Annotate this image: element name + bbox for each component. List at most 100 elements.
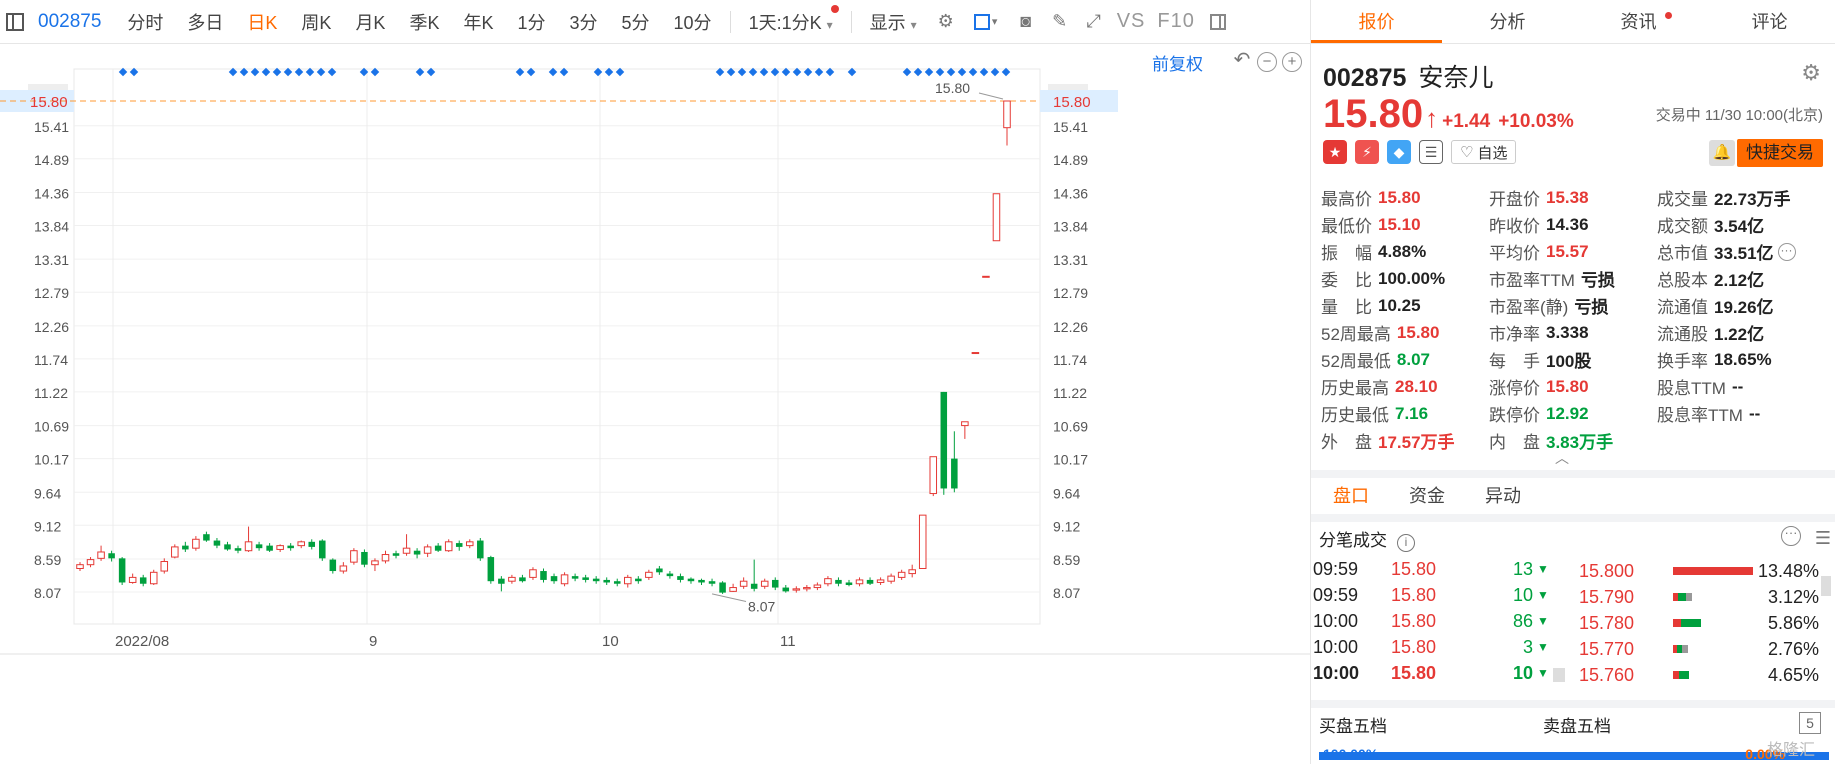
candle-body[interactable] (540, 571, 547, 580)
zoom-in-icon[interactable]: + (1282, 52, 1302, 72)
toolbar-stock-code[interactable]: 002875 (38, 11, 101, 33)
candle-body[interactable] (951, 458, 958, 489)
candle-body[interactable] (487, 557, 495, 582)
candle-body[interactable] (792, 588, 801, 591)
more-icon[interactable]: ··· (1777, 242, 1796, 261)
five-level-button[interactable]: 5 (1799, 712, 1821, 734)
tab-funds[interactable]: 资金 (1409, 478, 1445, 514)
candle-body[interactable] (750, 583, 758, 589)
candle-body[interactable] (508, 576, 516, 582)
scrollbar[interactable] (1821, 576, 1831, 596)
tab-1min[interactable]: 1分 (505, 9, 557, 35)
pencil-icon[interactable]: ✎ (1048, 10, 1072, 34)
candle-body[interactable] (182, 545, 189, 550)
tab-quote[interactable]: 报价 (1311, 0, 1442, 43)
info-icon[interactable]: i (1397, 534, 1415, 552)
candle-body[interactable] (361, 551, 368, 565)
tab-order-book[interactable]: 盘口 (1333, 478, 1369, 514)
candle-body[interactable] (992, 193, 1001, 242)
candle-body[interactable] (824, 578, 832, 585)
candle-body[interactable] (477, 540, 484, 559)
lightning-icon[interactable]: ⚡ (1355, 140, 1379, 164)
candle-body[interactable] (444, 541, 453, 552)
candle-body[interactable] (656, 568, 663, 573)
candle-body[interactable] (876, 579, 885, 583)
candle-body[interactable] (234, 548, 242, 551)
candle-body[interactable] (677, 576, 684, 580)
candle-body[interactable] (308, 541, 316, 547)
candle-body[interactable] (645, 571, 653, 578)
candle-body[interactable] (423, 546, 432, 554)
tab-yearly-k[interactable]: 年K (451, 9, 505, 35)
candle-body[interactable] (529, 569, 537, 578)
sidebar-toggle-icon[interactable] (6, 12, 24, 31)
candle-body[interactable] (908, 569, 916, 575)
candle-body[interactable] (971, 352, 980, 355)
f10-button[interactable]: F10 (1157, 10, 1194, 33)
tab-news[interactable]: 资讯 (1573, 0, 1704, 43)
candle-body[interactable] (887, 575, 895, 582)
candle-body[interactable] (782, 587, 790, 592)
candle-body[interactable] (603, 579, 610, 583)
candle-body[interactable] (266, 545, 273, 551)
candle-body[interactable] (624, 576, 632, 585)
candle-body[interactable] (866, 579, 874, 584)
candle-body[interactable] (708, 581, 716, 584)
candle-body[interactable] (392, 553, 400, 556)
candle-body[interactable] (224, 544, 231, 550)
candle-body[interactable] (244, 541, 253, 552)
tab-daily-k[interactable]: 日K (235, 9, 289, 35)
candle-body[interactable] (192, 538, 200, 549)
tab-3min[interactable]: 3分 (558, 9, 610, 35)
candle-body[interactable] (329, 559, 337, 572)
watchlist-button[interactable]: ♡ 自选 (1451, 140, 1517, 164)
candle-body[interactable] (918, 514, 927, 569)
candle-body[interactable] (929, 456, 938, 495)
zoom-out-icon[interactable]: − (1257, 52, 1277, 72)
candle-body[interactable] (128, 576, 137, 583)
collapse-icon[interactable]: ︿ (1555, 448, 1569, 468)
candle-body[interactable] (287, 545, 294, 549)
tab-10min[interactable]: 10分 (662, 9, 724, 35)
square-select-icon[interactable]: ▾ (968, 10, 1004, 34)
candle-body[interactable] (455, 543, 463, 547)
panel-toggle-icon[interactable] (1206, 10, 1230, 34)
candle-body[interactable] (550, 576, 558, 582)
candle-body[interactable] (687, 578, 695, 582)
candle-body[interactable] (666, 573, 674, 577)
candle-body[interactable] (160, 561, 169, 572)
candle-body[interactable] (760, 580, 769, 587)
tag-icon[interactable]: ◆ (1387, 140, 1411, 164)
candle-body[interactable] (613, 581, 621, 584)
candle-body[interactable] (171, 546, 179, 558)
candle-body[interactable] (571, 576, 579, 579)
candle-body[interactable] (560, 574, 569, 585)
candle-body[interactable] (76, 564, 84, 569)
fullscreen-icon[interactable]: ⤢ (1082, 10, 1106, 34)
quick-trade-button[interactable]: 快捷交易 (1737, 139, 1823, 167)
candle-body[interactable] (118, 558, 126, 583)
scrollbar[interactable] (1553, 668, 1565, 682)
candle-body[interactable] (350, 550, 358, 563)
candle-body[interactable] (729, 587, 737, 592)
candle-body[interactable] (97, 551, 105, 559)
tab-quarterly-k[interactable]: 季K (397, 9, 451, 35)
period-select[interactable]: 1天:1分K ▾ (737, 4, 845, 35)
candle-body[interactable] (413, 550, 421, 555)
candle-body[interactable] (402, 547, 411, 554)
candle-body[interactable] (771, 579, 779, 588)
undo-icon[interactable]: ↶ (1232, 50, 1252, 72)
tab-alerts[interactable]: 异动 (1485, 478, 1521, 514)
document-icon[interactable]: ☰ (1419, 140, 1443, 164)
candle-body[interactable] (434, 545, 442, 551)
candle-body[interactable] (897, 571, 906, 578)
candle-body[interactable] (803, 587, 811, 590)
candle-body[interactable] (203, 534, 210, 541)
candle-body[interactable] (813, 584, 822, 589)
candle-body[interactable] (213, 540, 221, 546)
list-icon[interactable]: ☰ (1815, 528, 1831, 549)
candle-body[interactable] (698, 579, 705, 583)
tab-monthly-k[interactable]: 月K (343, 9, 397, 35)
gear-icon[interactable]: ⚙ (934, 10, 958, 34)
more-icon[interactable]: ··· (1781, 526, 1801, 546)
